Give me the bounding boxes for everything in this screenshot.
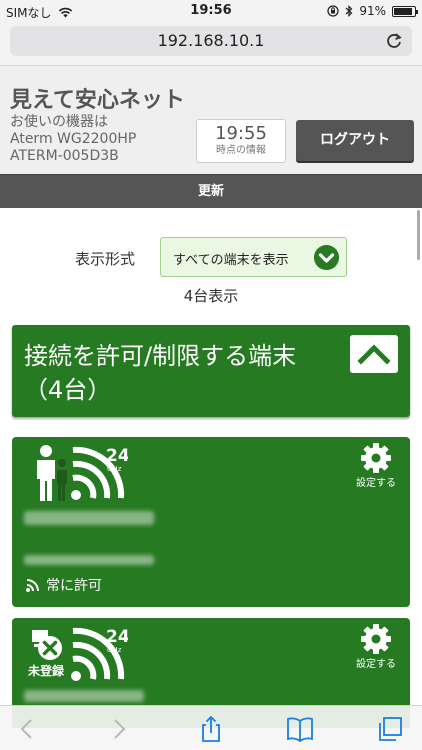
permission-status: 常に許可: [26, 575, 102, 595]
group-title-line1: 接続を許可/制限する端末: [24, 342, 297, 370]
settings-label: 設定する: [356, 478, 396, 489]
band-label: 24: [106, 627, 128, 647]
reload-icon[interactable]: [384, 31, 404, 51]
orientation-lock-icon: [327, 5, 339, 17]
gear-icon: [361, 443, 391, 473]
wifi-small-icon: [26, 579, 39, 592]
forward-icon[interactable]: [104, 716, 132, 742]
back-icon[interactable]: [14, 716, 42, 742]
browser-toolbar: 192.168.10.1: [0, 22, 422, 66]
status-bar: SIMなし 19:56 91%: [0, 0, 422, 22]
bookmarks-icon[interactable]: [286, 716, 314, 742]
share-icon[interactable]: [197, 716, 225, 742]
tabs-icon[interactable]: [376, 716, 404, 742]
chevron-down-icon: [314, 245, 339, 270]
info-time: 19:55: [215, 123, 267, 144]
band-unit: GHz: [107, 465, 122, 473]
scrollbar[interactable]: [417, 210, 420, 260]
device-info: お使いの機器は Aterm WG2200HP ATERM-005D3B: [10, 114, 136, 165]
logout-button[interactable]: ログアウト: [296, 120, 414, 161]
band-label: 24: [106, 446, 128, 466]
app-header: 見えて安心ネット お使いの機器は Aterm WG2200HP ATERM-00…: [0, 66, 422, 174]
wifi-24ghz-icon: 24 GHz: [71, 627, 128, 681]
device-count: 4台表示: [183, 287, 239, 305]
refresh-button[interactable]: 更新: [0, 174, 422, 208]
gear-icon: [361, 624, 391, 654]
device-card[interactable]: 24 GHz 設定する 常に許可: [12, 437, 410, 607]
settings-button[interactable]: 設定する: [354, 443, 398, 490]
device-model: Aterm WG2200HP: [10, 131, 137, 147]
bluetooth-icon: [345, 5, 353, 17]
display-format-select[interactable]: すべての端末を表示: [160, 237, 347, 277]
url-bar[interactable]: 192.168.10.1: [10, 26, 412, 56]
display-format-label: 表示形式: [75, 250, 136, 268]
device-group-header[interactable]: 接続を許可/制限する端末 （4台）: [12, 325, 410, 417]
group-title-line2: （4台）: [24, 376, 112, 404]
browser-bottom-toolbar: [0, 705, 422, 750]
settings-label: 設定する: [356, 659, 396, 670]
band-unit: GHz: [107, 646, 122, 654]
chevron-up-icon[interactable]: [350, 335, 398, 373]
battery-icon: [392, 5, 418, 17]
settings-button[interactable]: 設定する: [354, 624, 398, 671]
unregistered-label: 未登録: [28, 664, 65, 678]
info-time-label: 時点の情報: [216, 145, 266, 156]
display-format-value: すべての端末を表示: [173, 253, 289, 268]
wifi-24ghz-icon: 24 GHz: [71, 446, 128, 500]
status-right: 91%: [327, 4, 418, 18]
battery-percent: 91%: [359, 4, 386, 18]
device-label: お使いの機器は: [10, 114, 108, 130]
permission-label: 常に許可: [46, 578, 102, 594]
group-title: 接続を許可/制限する端末 （4台）: [24, 339, 296, 407]
device-name-redacted: [24, 511, 154, 525]
device-name-redacted: [24, 690, 144, 702]
info-time-box: 19:55 時点の情報: [196, 119, 286, 163]
device-address-redacted: [24, 555, 154, 565]
brand-title: 見えて安心ネット: [10, 88, 185, 113]
device-id: ATERM-005D3B: [10, 148, 119, 164]
unregistered-device-icon: [32, 630, 62, 660]
